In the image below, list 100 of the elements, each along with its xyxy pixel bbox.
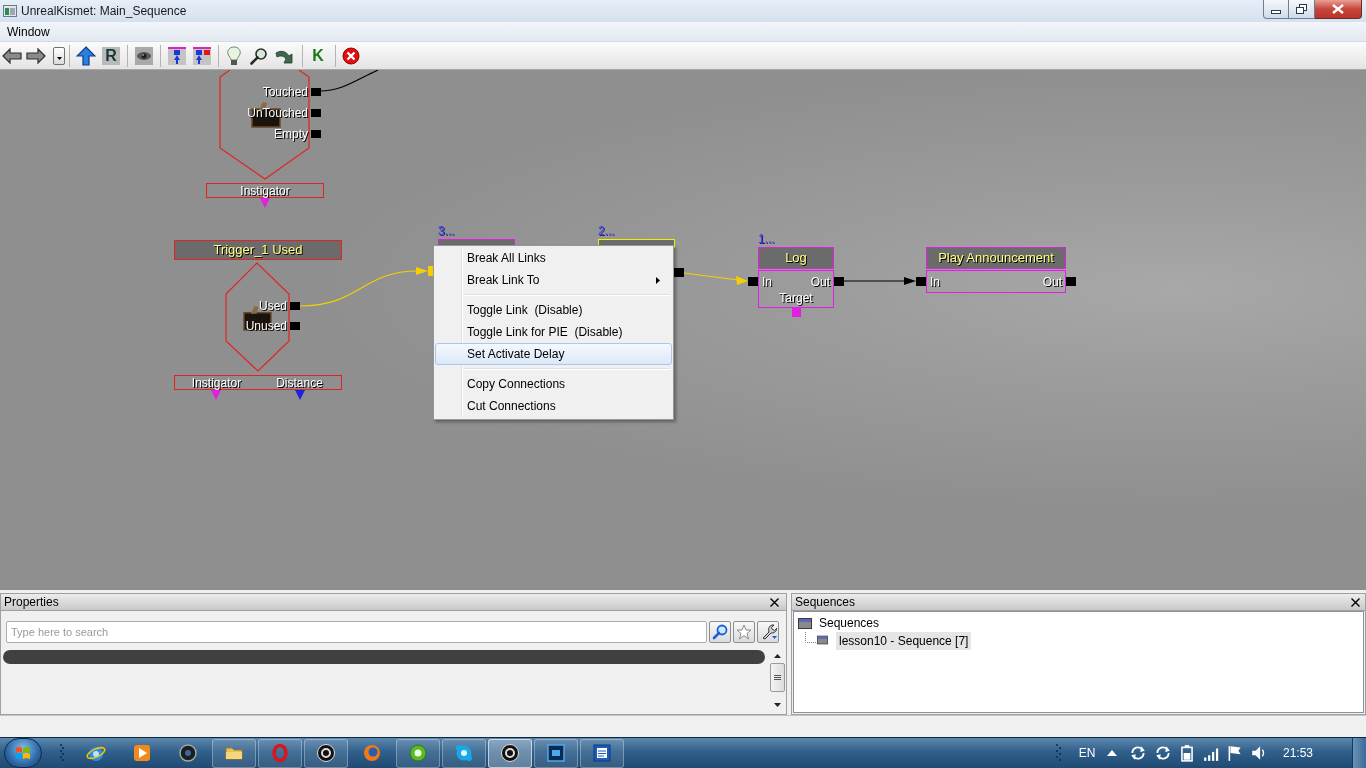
connector[interactable] xyxy=(311,108,321,117)
search-icon xyxy=(712,623,728,640)
menu-item[interactable]: Window xyxy=(1,22,56,41)
window-title: UnrealKismet: Main_Sequence xyxy=(21,4,187,18)
scroll-down-icon[interactable] xyxy=(773,703,781,707)
variable-connector[interactable] xyxy=(295,390,305,400)
cancel-icon[interactable] xyxy=(342,46,360,65)
search-field[interactable]: Type here to search xyxy=(6,620,707,643)
menu-item[interactable]: Break Link To xyxy=(435,269,672,291)
connector-label: Empty xyxy=(274,127,308,140)
menu-item[interactable]: Cut Connections xyxy=(435,395,672,417)
connector-label: Out xyxy=(810,275,830,288)
scroll-up-icon[interactable] xyxy=(773,654,781,658)
options-button[interactable] xyxy=(757,620,779,643)
circle-icon xyxy=(316,743,336,763)
circle-icon xyxy=(500,743,520,763)
panel-title: Properties xyxy=(4,594,59,610)
node-title[interactable]: Trigger_1 Used xyxy=(174,240,342,260)
wire[interactable] xyxy=(842,277,916,285)
node-comment: 1... xyxy=(758,232,776,247)
taskbar-button[interactable] xyxy=(580,738,624,768)
app-icon[interactable] xyxy=(3,5,17,17)
disc-icon xyxy=(408,743,428,763)
tile-icon xyxy=(546,743,566,763)
show-desktop-button[interactable] xyxy=(1352,738,1366,768)
dropdown-button[interactable] xyxy=(53,46,65,65)
start-button[interactable] xyxy=(4,738,42,768)
lightbulb-icon[interactable] xyxy=(226,45,242,66)
event-node[interactable] xyxy=(225,262,290,372)
menu-item[interactable]: Break All Links xyxy=(435,247,672,269)
clock[interactable]: 21:53 xyxy=(1278,746,1318,760)
show-hidden-icon[interactable] xyxy=(1107,750,1117,756)
connector-label: Touched xyxy=(262,85,308,98)
star-icon xyxy=(736,623,752,640)
event-node[interactable] xyxy=(219,70,310,180)
close-icon[interactable] xyxy=(770,597,779,607)
search-button[interactable] xyxy=(709,620,731,643)
wire[interactable] xyxy=(319,70,379,92)
taskbar-button[interactable] xyxy=(534,738,578,768)
node-comment: 3... xyxy=(438,224,456,239)
flag-icon[interactable] xyxy=(1226,744,1244,762)
arrow-tile-icon[interactable] xyxy=(168,46,186,65)
eye-icon[interactable] xyxy=(135,46,153,65)
taskbar-button[interactable] xyxy=(304,738,348,768)
connector-label: In xyxy=(762,275,772,288)
minimize-button[interactable] xyxy=(1263,0,1289,19)
menu-item[interactable]: Toggle Link for PIE (Disable) xyxy=(435,321,672,343)
sequence-icon xyxy=(817,635,828,645)
battery-icon[interactable] xyxy=(1178,744,1196,762)
language-indicator[interactable]: EN xyxy=(1075,746,1099,760)
tree-item[interactable]: Sequences xyxy=(818,615,881,632)
connector[interactable] xyxy=(311,129,321,138)
connector[interactable] xyxy=(311,87,321,96)
menu-item[interactable]: Set Activate Delay xyxy=(435,343,672,365)
connector-label: Used xyxy=(259,300,287,312)
variable-label: Target xyxy=(779,292,813,304)
node-title[interactable]: Log xyxy=(758,247,834,269)
variable-label: Distance xyxy=(276,376,323,389)
taskbar-button[interactable] xyxy=(488,738,532,768)
panel-title: Sequences xyxy=(795,594,856,610)
node-title[interactable]: Play Announcement xyxy=(926,247,1066,269)
caret-icon xyxy=(56,56,62,60)
scrollbar-thumb[interactable] xyxy=(769,663,785,692)
restore-button[interactable] xyxy=(1289,0,1315,19)
sync-icon[interactable] xyxy=(1154,744,1172,762)
back-icon[interactable] xyxy=(2,47,22,64)
flag-icon xyxy=(15,745,31,761)
lens-icon xyxy=(178,743,198,763)
restore-icon xyxy=(1296,4,1307,14)
grip-handle[interactable] xyxy=(1056,743,1062,763)
node-comment: 2... xyxy=(598,224,616,239)
close-button[interactable] xyxy=(1315,0,1362,19)
connector-label: Unused xyxy=(245,320,287,332)
menu-item[interactable]: Copy Connections xyxy=(435,373,672,395)
connector-label: UnTouched xyxy=(247,106,308,119)
sequence-icon xyxy=(798,618,812,629)
variable-label: Instigator xyxy=(240,184,290,197)
minimize-icon xyxy=(1271,9,1281,14)
toolbar-button[interactable]: K xyxy=(309,45,327,66)
globe-icon xyxy=(362,743,382,763)
toolbar-button[interactable]: R xyxy=(102,46,120,65)
connector-label: Out xyxy=(1042,275,1062,288)
taskbar-button[interactable] xyxy=(396,738,440,768)
magnifier-icon[interactable] xyxy=(250,46,268,65)
bubble-icon xyxy=(454,743,474,763)
grip-handle[interactable] xyxy=(60,743,64,763)
arrow-tile-icon[interactable] xyxy=(193,46,211,65)
up-arrow-icon[interactable] xyxy=(76,45,96,66)
document-icon xyxy=(592,743,612,763)
variable-label: Instigator xyxy=(191,376,242,389)
menu-item[interactable]: Toggle Link (Disable) xyxy=(435,299,672,321)
grip-icon xyxy=(773,674,781,681)
close-icon xyxy=(1332,4,1344,14)
tree-item[interactable]: lesson10 - Sequence [7] xyxy=(836,632,972,650)
forward-icon[interactable] xyxy=(26,47,46,64)
sync-icon[interactable] xyxy=(1129,744,1147,762)
tree-line xyxy=(805,632,817,644)
play-icon xyxy=(132,743,152,763)
close-icon[interactable] xyxy=(1351,597,1360,607)
graph-canvas[interactable] xyxy=(0,70,1366,590)
